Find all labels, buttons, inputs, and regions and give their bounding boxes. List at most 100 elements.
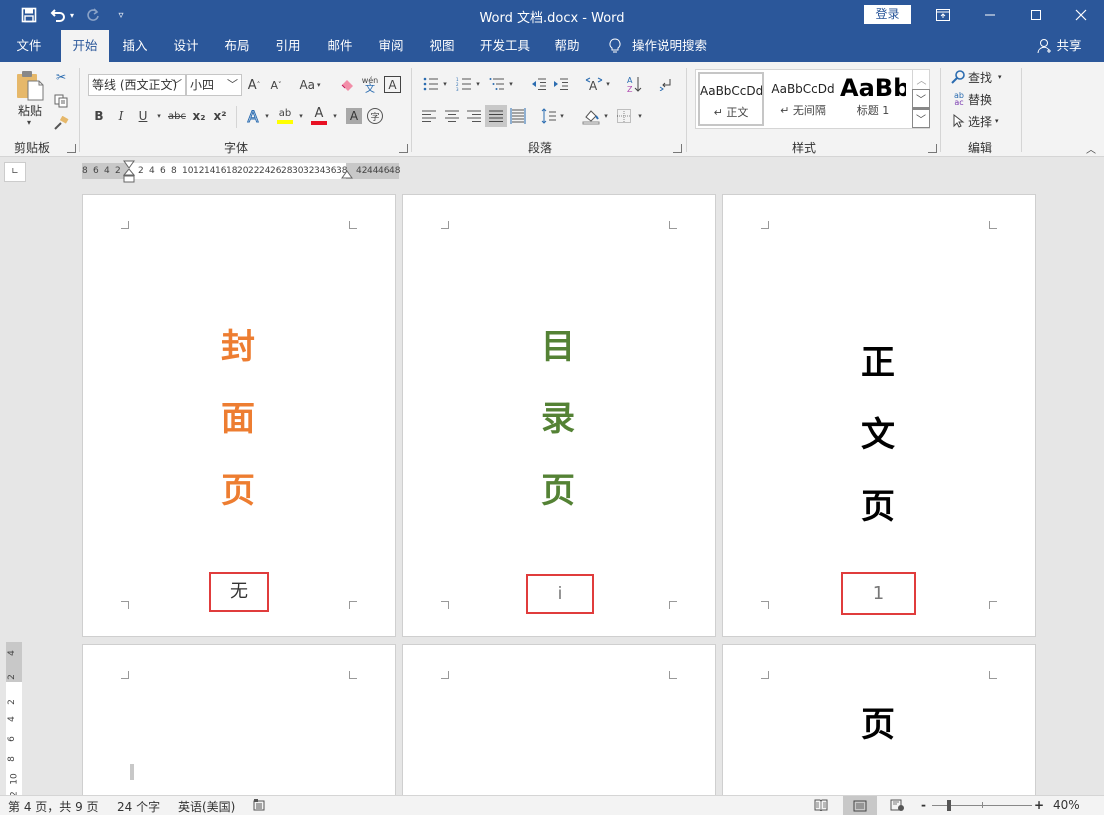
right-indent-marker-icon[interactable] (341, 170, 353, 180)
language-status[interactable]: 英语(美国) (178, 798, 235, 815)
subscript-button[interactable]: x₂ (191, 107, 207, 125)
font-color-button[interactable]: A (310, 106, 328, 126)
character-shading-button[interactable]: A (346, 108, 362, 124)
borders-dropdown-icon[interactable]: ▾ (636, 108, 644, 124)
format-painter-icon[interactable] (52, 114, 70, 132)
tab-file[interactable]: 文件 (6, 30, 52, 62)
copy-icon[interactable] (52, 92, 70, 110)
change-case-button[interactable]: Aa ▾ (296, 76, 324, 94)
multilevel-dropdown-icon[interactable]: ▾ (507, 76, 515, 92)
align-center-icon[interactable] (443, 108, 461, 124)
zoom-out-button[interactable]: - (921, 798, 926, 812)
tab-insert[interactable]: 插入 (113, 30, 157, 62)
page-number-box[interactable]: 1 (841, 572, 916, 615)
shrink-font-icon[interactable]: A ˅ (268, 76, 284, 94)
paste-icon[interactable] (14, 68, 46, 102)
page[interactable]: 页 (722, 644, 1036, 804)
replace-button[interactable]: 替换 (968, 91, 1008, 107)
highlight-dropdown-icon[interactable]: ▾ (296, 107, 306, 125)
bold-button[interactable]: B (92, 107, 106, 125)
borders-icon[interactable] (615, 107, 633, 125)
tab-mailings[interactable]: 邮件 (318, 30, 362, 62)
word-count-status[interactable]: 24 个字 (117, 798, 160, 815)
close-icon[interactable] (1058, 0, 1104, 30)
select-button[interactable]: 选择 ▾ (968, 113, 1018, 129)
font-launcher-icon[interactable] (399, 144, 408, 153)
clear-formatting-icon[interactable] (338, 76, 356, 94)
macro-recording-icon[interactable] (253, 799, 265, 814)
numbering-dropdown-icon[interactable]: ▾ (474, 76, 482, 92)
bullets-dropdown-icon[interactable]: ▾ (441, 76, 449, 92)
text-effects-button[interactable]: A (244, 106, 262, 126)
tab-design[interactable]: 设计 (164, 30, 208, 62)
font-size-combo[interactable]: 小四 ﹀ (186, 74, 242, 96)
paragraph-shading-icon[interactable] (581, 106, 601, 126)
styles-scroll-down-icon[interactable]: ﹀ (912, 89, 930, 108)
underline-button[interactable]: U (136, 107, 150, 125)
show-paragraph-marks-icon[interactable] (656, 76, 674, 92)
chevron-down-icon[interactable]: ﹀ (171, 75, 182, 95)
find-button[interactable]: 查找 ▾ (968, 69, 1018, 85)
asian-layout-icon[interactable]: A (584, 76, 604, 92)
style-no-spacing[interactable]: AaBbCcDd ↵ 无间隔 (768, 72, 838, 126)
zoom-slider-thumb[interactable] (946, 800, 951, 811)
page[interactable] (82, 644, 396, 804)
cut-icon[interactable]: ✂ (52, 68, 70, 86)
page[interactable]: 目录页 i (402, 194, 716, 637)
justify-icon[interactable] (485, 105, 507, 127)
numbering-icon[interactable]: 123 (455, 76, 473, 92)
chevron-down-icon[interactable]: ﹀ (227, 75, 238, 95)
decrease-indent-icon[interactable] (530, 76, 548, 92)
style-heading-1[interactable]: AaBb 标题 1 (840, 72, 906, 126)
tab-references[interactable]: 引用 (266, 30, 310, 62)
indent-marker-icon[interactable] (123, 160, 135, 184)
paste-button[interactable]: 粘贴 (10, 102, 50, 118)
minimize-icon[interactable] (967, 0, 1013, 30)
maximize-icon[interactable] (1013, 0, 1059, 30)
horizontal-ruler[interactable]: 8 6 4 2 2 4 6 8 10 12 14 16 18 20 22 24 26 28 30 32 34 36 38 42… (82, 160, 400, 183)
font-name-combo[interactable]: 等线 (西文正文) ﹀ (88, 74, 186, 96)
page[interactable] (402, 644, 716, 804)
sort-icon[interactable]: AZ (625, 74, 643, 94)
asian-layout-dropdown-icon[interactable]: ▾ (604, 76, 612, 92)
tab-review[interactable]: 审阅 (369, 30, 413, 62)
line-spacing-icon[interactable] (540, 106, 558, 126)
text-effects-dropdown-icon[interactable]: ▾ (262, 107, 272, 125)
align-right-icon[interactable] (465, 108, 483, 124)
styles-scroll-up-icon[interactable]: ︿ (912, 70, 930, 89)
enclose-characters-button[interactable]: 字 (367, 108, 383, 124)
line-spacing-dropdown-icon[interactable]: ▾ (558, 108, 566, 124)
distributed-icon[interactable] (508, 107, 528, 125)
clipboard-launcher-icon[interactable] (67, 144, 76, 153)
zoom-in-button[interactable]: + (1034, 798, 1044, 812)
print-layout-icon[interactable] (843, 796, 877, 815)
page[interactable]: 正文页 1 (722, 194, 1036, 637)
page-number-box[interactable]: 无 (209, 572, 269, 612)
bullets-icon[interactable] (422, 76, 440, 92)
superscript-button[interactable]: x² (212, 107, 228, 125)
tab-selector-icon[interactable]: ∟ (4, 162, 26, 182)
align-left-icon[interactable] (420, 108, 438, 124)
underline-dropdown-icon[interactable]: ▾ (154, 107, 164, 125)
share-user-icon[interactable] (1036, 30, 1054, 62)
shading-dropdown-icon[interactable]: ▾ (602, 108, 610, 124)
tab-layout[interactable]: 布局 (215, 30, 259, 62)
page[interactable]: 封面页无 (82, 194, 396, 637)
page-number-box[interactable]: i (526, 574, 594, 614)
tell-me-search[interactable]: 操作说明搜索 (632, 30, 712, 62)
vertical-ruler[interactable]: 4224681012 (6, 642, 22, 803)
grow-font-icon[interactable]: A ˄ (246, 76, 262, 94)
page-count-status[interactable]: 第 4 页，共 9 页 (8, 798, 99, 815)
paragraph-launcher-icon[interactable] (673, 144, 682, 153)
font-color-dropdown-icon[interactable]: ▾ (330, 107, 340, 125)
styles-launcher-icon[interactable] (928, 144, 937, 153)
italic-button[interactable]: I (114, 107, 128, 125)
tab-view[interactable]: 视图 (420, 30, 464, 62)
login-button[interactable]: 登录 (864, 5, 911, 24)
read-mode-icon[interactable] (814, 799, 828, 814)
zoom-level[interactable]: 40% (1053, 798, 1080, 812)
style-normal[interactable]: AaBbCcDd ↵ 正文 (698, 72, 764, 126)
character-border-icon[interactable]: A (384, 76, 401, 93)
web-layout-icon[interactable] (890, 799, 904, 814)
tab-help[interactable]: 帮助 (545, 30, 589, 62)
